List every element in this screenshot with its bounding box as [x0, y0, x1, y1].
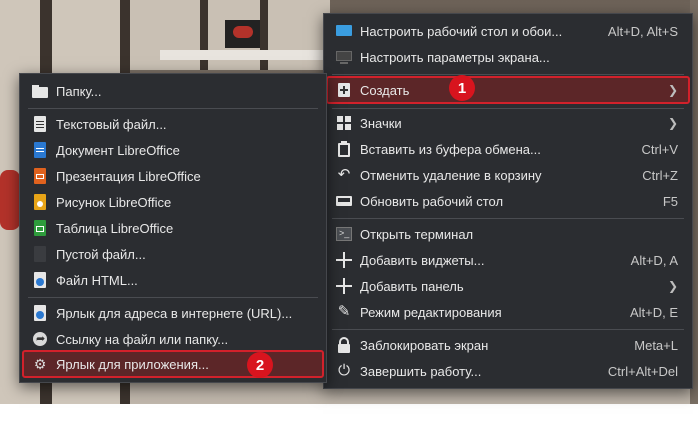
text-file-icon: [32, 116, 48, 132]
menu-item-configure-display[interactable]: Настроить параметры экрана...: [328, 44, 688, 70]
desktop-wallpaper-icon: [336, 23, 352, 39]
url-link-icon: [32, 305, 48, 321]
menu-item-paste[interactable]: Вставить из буфера обмена... Ctrl+V: [328, 136, 688, 162]
separator: [332, 74, 684, 75]
submenu-item-folder[interactable]: Папку...: [24, 78, 322, 104]
submenu-item-url-link[interactable]: Ярлык для адреса в интернете (URL)...: [24, 300, 322, 326]
separator: [332, 108, 684, 109]
menu-item-lock-screen[interactable]: Заблокировать экран Meta+L: [328, 332, 688, 358]
plus-icon: [336, 278, 352, 294]
plus-icon: [336, 252, 352, 268]
separator: [28, 297, 318, 298]
calc-icon: [32, 220, 48, 236]
app-link-icon: ⚙: [33, 356, 47, 372]
separator: [332, 329, 684, 330]
menu-item-refresh-desktop[interactable]: Обновить рабочий стол F5: [328, 188, 688, 214]
menu-item-icons[interactable]: Значки ❯: [328, 110, 688, 136]
pencil-icon: ✎: [337, 303, 351, 320]
terminal-icon: >_: [336, 226, 352, 242]
display-icon: [336, 49, 352, 65]
menu-item-undo-trash[interactable]: ↶ Отменить удаление в корзину Ctrl+Z: [328, 162, 688, 188]
submenu-item-calc[interactable]: Таблица LibreOffice: [24, 215, 322, 241]
chevron-right-icon: ❯: [667, 279, 678, 293]
menu-item-add-widgets[interactable]: Добавить виджеты... Alt+D, A: [328, 247, 688, 273]
menu-item-configure-desktop[interactable]: Настроить рабочий стол и обои... Alt+D, …: [328, 18, 688, 44]
undo-icon: ↶: [337, 166, 351, 183]
submenu-item-html-file[interactable]: Файл HTML...: [24, 267, 322, 293]
lock-icon: [336, 337, 352, 353]
chevron-right-icon: ❯: [667, 83, 678, 97]
step-badge-2: 2: [247, 352, 273, 378]
draw-icon: [32, 194, 48, 210]
step-badge-1: 1: [449, 75, 475, 101]
submenu-item-text-file[interactable]: Текстовый файл...: [24, 111, 322, 137]
menu-item-add-panel[interactable]: Добавить панель ❯: [328, 273, 688, 299]
impress-icon: [32, 168, 48, 184]
submenu-item-empty-file[interactable]: Пустой файл...: [24, 241, 322, 267]
grid-icon: [336, 115, 352, 131]
menu-item-create[interactable]: Создать ❯: [326, 76, 690, 104]
submenu-item-writer[interactable]: Документ LibreOffice: [24, 137, 322, 163]
separator: [332, 218, 684, 219]
submenu-item-app-link[interactable]: ⚙ Ярлык для приложения...: [22, 350, 324, 378]
folder-icon: [32, 83, 48, 99]
plus-box-icon: [336, 82, 352, 98]
menu-item-edit-mode[interactable]: ✎ Режим редактирования Alt+D, E: [328, 299, 688, 325]
chevron-right-icon: ❯: [667, 116, 678, 130]
desktop-context-menu: Настроить рабочий стол и обои... Alt+D, …: [323, 13, 693, 389]
separator: [28, 108, 318, 109]
submenu-item-impress[interactable]: Презентация LibreOffice: [24, 163, 322, 189]
empty-file-icon: [32, 246, 48, 262]
menu-item-shutdown[interactable]: ⏻ Завершить работу... Ctrl+Alt+Del: [328, 358, 688, 384]
submenu-item-draw[interactable]: Рисунок LibreOffice: [24, 189, 322, 215]
create-submenu: Папку... Текстовый файл... Документ Libr…: [19, 73, 327, 383]
html-file-icon: [32, 272, 48, 288]
refresh-desktop-icon: [336, 193, 352, 209]
writer-icon: [32, 142, 48, 158]
menu-item-open-terminal[interactable]: >_ Открыть терминал: [328, 221, 688, 247]
clipboard-icon: [336, 141, 352, 157]
file-link-icon: ➦: [32, 331, 48, 347]
power-icon: ⏻: [338, 362, 350, 379]
submenu-item-file-link[interactable]: ➦ Ссылку на файл или папку...: [24, 326, 322, 352]
